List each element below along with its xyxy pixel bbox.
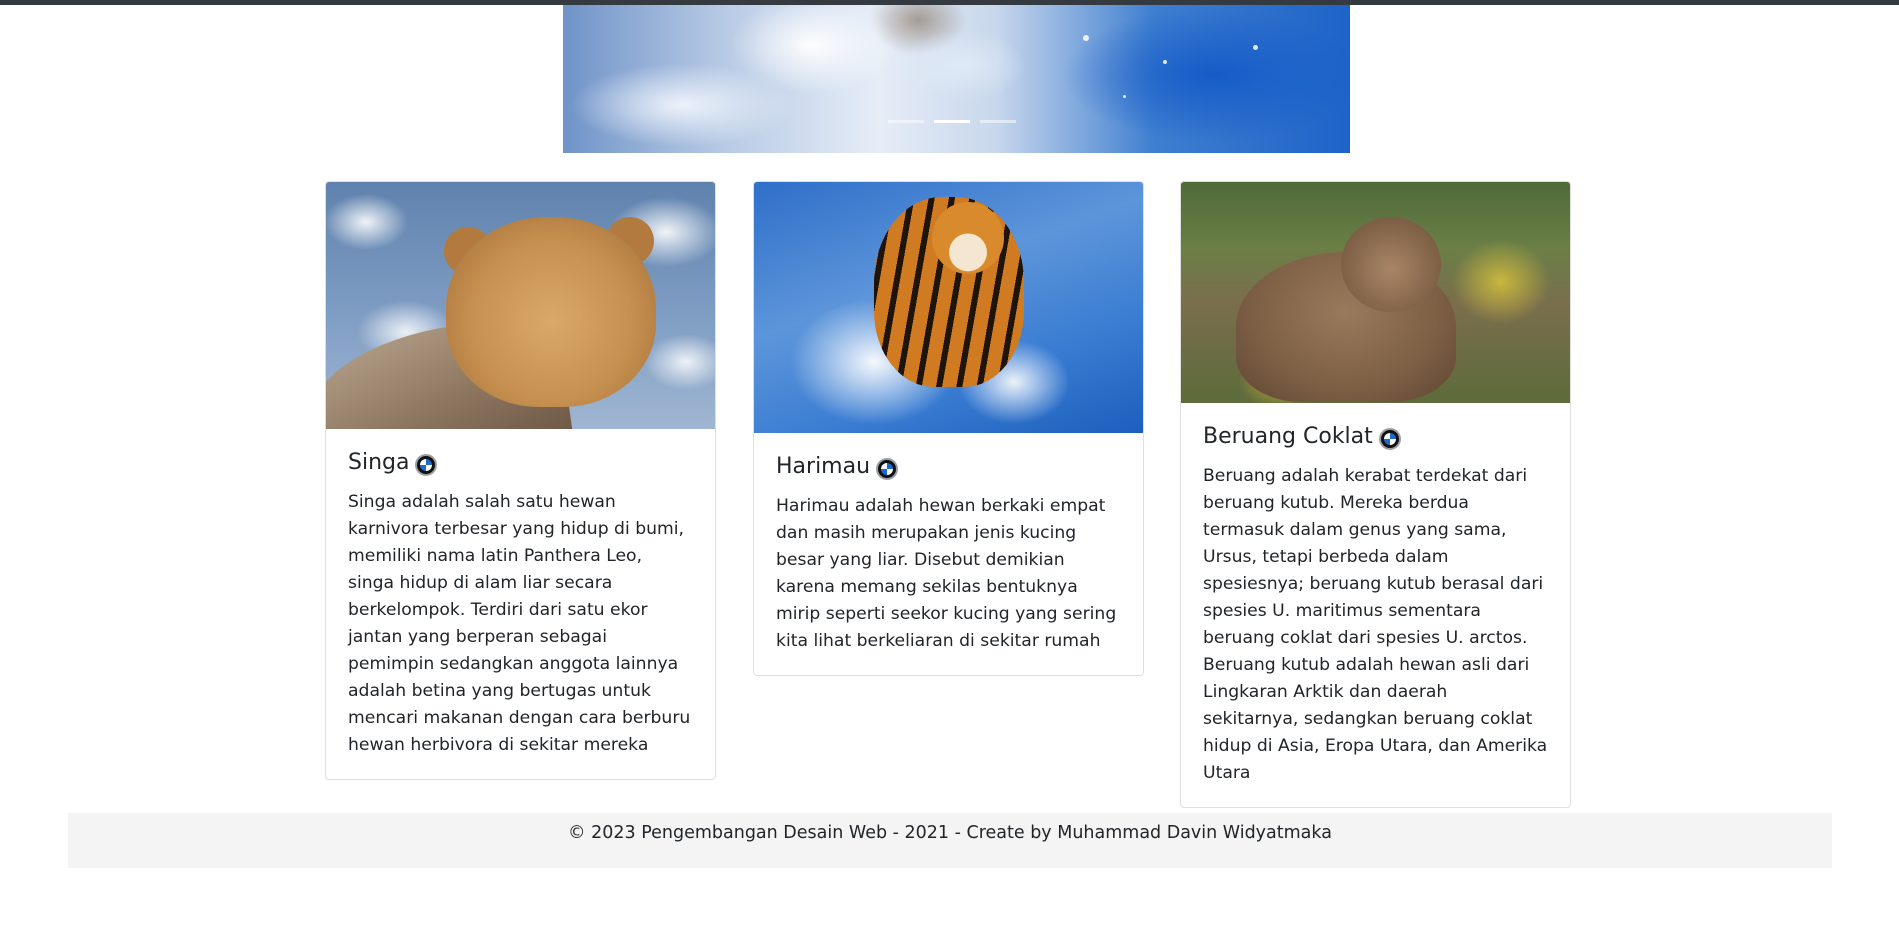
card-title: Harimau (776, 453, 1121, 481)
carousel-image-detail (1253, 45, 1258, 50)
card-title: Singa (348, 449, 693, 477)
card-title-text: Singa (348, 450, 410, 475)
page-footer: © 2023 Pengembangan Desain Web - 2021 - … (68, 813, 1832, 868)
animal-card-harimau: Harimau Harimau adalah hewan berkaki emp… (753, 181, 1144, 676)
tiger-image-detail (932, 202, 1004, 274)
carousel-image-detail (1163, 60, 1167, 64)
card-body: Harimau Harimau adalah hewan berkaki emp… (754, 433, 1143, 675)
card-title: Beruang Coklat (1203, 423, 1548, 451)
bmw-logo-icon (1378, 428, 1401, 450)
carousel-indicator[interactable] (980, 120, 1016, 123)
card-text: Beruang adalah kerabat terdekat dari ber… (1203, 466, 1548, 783)
carousel-indicator[interactable] (888, 120, 924, 123)
carousel-indicator-active[interactable] (934, 120, 970, 123)
hero-carousel[interactable] (563, 5, 1350, 153)
carousel-image-detail (1123, 95, 1126, 98)
lion-image (326, 182, 715, 429)
bmw-logo-icon (876, 458, 899, 480)
card-title-text: Beruang Coklat (1203, 424, 1373, 449)
card-body: Singa Singa adalah salah satu hewan karn… (326, 429, 715, 779)
footer-copyright: © 2023 Pengembangan Desain Web - 2021 - … (568, 823, 1332, 843)
card-text: Harimau adalah hewan berkaki empat dan m… (776, 496, 1117, 651)
carousel-indicators (888, 120, 1016, 123)
card-title-text: Harimau (776, 454, 871, 479)
lion-image-detail (446, 217, 656, 407)
animal-card-beruang-coklat: Beruang Coklat Beruang adalah kerabat te… (1180, 181, 1571, 808)
animal-card-singa: Singa Singa adalah salah satu hewan karn… (325, 181, 716, 780)
card-text: Singa adalah salah satu hewan karnivora … (348, 492, 691, 755)
bear-image (1181, 182, 1570, 403)
bmw-logo-icon (415, 454, 438, 476)
carousel-image-detail (1083, 35, 1089, 41)
bear-image-detail (1341, 217, 1441, 312)
tiger-image (754, 182, 1143, 433)
card-body: Beruang Coklat Beruang adalah kerabat te… (1181, 403, 1570, 807)
